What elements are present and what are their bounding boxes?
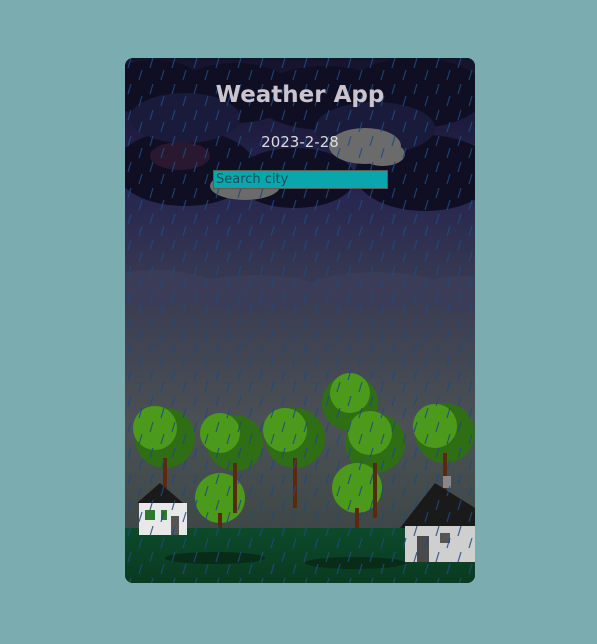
weather-card: Weather App 2023-2-28 (125, 58, 475, 583)
app-title: Weather App (215, 82, 385, 108)
search-city-input[interactable] (213, 170, 388, 189)
current-date: 2023-2-28 (261, 133, 339, 151)
